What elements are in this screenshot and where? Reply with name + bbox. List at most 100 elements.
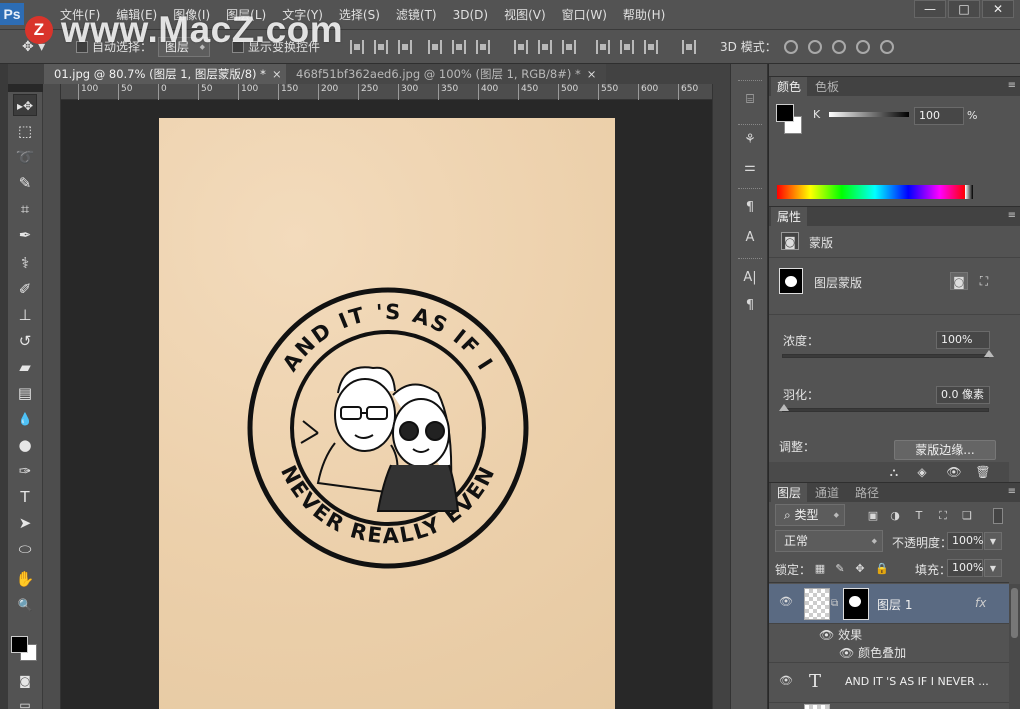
tab-swatches[interactable]: 色板 (809, 77, 845, 97)
zoom-tool-icon[interactable]: 🔍 (13, 594, 37, 616)
crop-tool-icon[interactable]: ⌗ (13, 198, 37, 220)
tab-layers[interactable]: 图层 (771, 483, 808, 503)
tab-document-1[interactable]: 01.jpg @ 80.7% (图层 1, 图层蒙版/8) * × (44, 64, 292, 84)
feather-slider[interactable] (779, 404, 989, 412)
panel-menu-icon[interactable]: ≡ (1008, 80, 1016, 91)
fill-input[interactable]: 100% (947, 559, 983, 577)
3d-slide-icon[interactable] (856, 40, 870, 54)
adjustment-panel-icon[interactable]: ⚌ (740, 158, 760, 178)
paragraph-styles-icon[interactable]: ¶ (740, 198, 760, 218)
shape-filter-icon[interactable]: ⛶ (935, 508, 951, 524)
foreground-color-swatch[interactable] (11, 636, 28, 653)
menu-file[interactable]: 文件(F) (52, 0, 108, 30)
type-filter-icon[interactable]: T (911, 508, 927, 524)
gradient-tool-icon[interactable]: ▤ (13, 382, 37, 404)
lock-position-icon[interactable]: ✥ (851, 560, 869, 578)
k-channel-input[interactable]: 100 (914, 107, 964, 125)
align-bottom-icon[interactable] (398, 40, 412, 54)
hand-tool-icon[interactable]: ✋ (13, 568, 37, 590)
move-tool-preset-icon[interactable]: ✥ ▾ (22, 37, 45, 57)
tab-color[interactable]: 颜色 (771, 77, 808, 97)
align-top-icon[interactable] (350, 40, 364, 54)
3d-roll-icon[interactable] (808, 40, 822, 54)
3d-scale-icon[interactable] (880, 40, 894, 54)
distribute-vcenter-icon[interactable] (538, 40, 552, 54)
color-foreground-swatch[interactable] (776, 104, 794, 122)
tab-properties[interactable]: 属性 (771, 207, 808, 227)
character-panel-icon[interactable]: A| (740, 268, 760, 288)
menu-3d[interactable]: 3D(D) (445, 0, 496, 30)
panel-menu-icon[interactable]: ≡ (1008, 486, 1016, 497)
eye-icon[interactable]: 👁 (779, 675, 793, 687)
eye-icon[interactable]: 👁 (819, 628, 834, 642)
panel-grip[interactable] (738, 258, 762, 261)
path-select-tool-icon[interactable]: ➤ (13, 512, 37, 534)
minimize-button[interactable]: — (914, 0, 946, 18)
history-brush-tool-icon[interactable]: ↺ (13, 330, 37, 352)
distribute-left-icon[interactable] (596, 40, 610, 54)
distribute-top-icon[interactable] (514, 40, 528, 54)
layer-filter-dropdown[interactable]: ⌕ 类型 (775, 504, 845, 526)
lasso-tool-icon[interactable]: ➰ (13, 146, 37, 168)
menu-edit[interactable]: 编辑(E) (108, 0, 165, 30)
paragraph-panel-icon[interactable]: ¶ (740, 296, 760, 316)
auto-select-checkbox[interactable]: 自动选择： (76, 37, 152, 57)
slider-thumb[interactable] (984, 350, 994, 357)
fx-icon[interactable]: fx (975, 596, 986, 610)
maximize-button[interactable]: □ (948, 0, 980, 18)
layer-thumbnail[interactable] (804, 588, 830, 620)
pen-tool-icon[interactable]: ✑ (13, 460, 37, 482)
distribute-right-icon[interactable] (644, 40, 658, 54)
brush-tool-icon[interactable]: ✐ (13, 278, 37, 300)
character-styles-icon[interactable]: A (740, 228, 760, 248)
density-slider[interactable] (782, 350, 994, 358)
refine-mask-edge-button[interactable]: 蒙版边缘... (894, 440, 996, 460)
menu-help[interactable]: 帮助(H) (615, 0, 673, 30)
lock-transparent-icon[interactable]: ▦ (811, 560, 829, 578)
layers-scrollbar[interactable] (1009, 584, 1020, 709)
layer-mask-thumbnail[interactable] (779, 268, 803, 294)
density-input[interactable]: 100% (936, 331, 990, 349)
menu-view[interactable]: 视图(V) (496, 0, 554, 30)
color-spectrum[interactable] (777, 185, 973, 199)
document-canvas[interactable]: AND IT 'S AS IF I NEVER REALLY EVEN (159, 118, 615, 709)
layer-mask-thumbnail[interactable] (843, 588, 869, 620)
layer-name[interactable]: 图层 1 (877, 596, 912, 613)
menu-select[interactable]: 选择(S) (331, 0, 388, 30)
shape-tool-icon[interactable]: ⬭ (13, 538, 37, 560)
panel-grip[interactable] (738, 124, 762, 127)
brush-panel-icon[interactable]: ⚘ (740, 130, 760, 150)
effects-row[interactable]: 👁 效果 (819, 626, 862, 643)
blend-mode-dropdown[interactable]: 正常 (775, 530, 883, 552)
panel-grip[interactable] (738, 188, 762, 191)
apply-mask-icon[interactable]: ◈ (913, 463, 931, 481)
layer-row[interactable]: 👁 ⧉ 图层 1 fx (769, 584, 1009, 624)
marquee-tool-icon[interactable]: ⬚ (13, 120, 37, 142)
slider-thumb[interactable] (779, 404, 789, 411)
tab-document-2[interactable]: 468f51bf362aed6.jpg @ 100% (图层 1, RGB/8#… (286, 64, 607, 84)
quick-mask-icon[interactable]: ◙ (13, 670, 37, 692)
opacity-input[interactable]: 100% (947, 532, 983, 550)
eye-icon[interactable]: 👁 (779, 596, 793, 608)
move-tool-icon[interactable]: ▸✥ (13, 94, 37, 116)
panel-grip[interactable] (738, 80, 762, 83)
eraser-tool-icon[interactable]: ▰ (13, 356, 37, 378)
select-mask-icon[interactable]: ◙ (950, 272, 968, 290)
panel-menu-icon[interactable]: ≡ (1008, 210, 1016, 221)
show-transform-checkbox[interactable]: 显示变换控件 (232, 37, 320, 57)
lock-paint-icon[interactable]: ✎ (831, 560, 849, 578)
distribute-bottom-icon[interactable] (562, 40, 576, 54)
visibility-icon[interactable]: 👁 (945, 463, 963, 481)
feather-input[interactable]: 0.0 像素 (936, 386, 990, 404)
pixel-filter-icon[interactable]: ▣ (865, 508, 881, 524)
filter-toggle-icon[interactable] (993, 508, 1003, 524)
tab-channels[interactable]: 通道 (809, 483, 845, 503)
link-icon[interactable]: ⧉ (831, 598, 838, 609)
close-icon[interactable]: × (272, 67, 282, 81)
healing-tool-icon[interactable]: ⚕ (13, 252, 37, 274)
align-vcenter-icon[interactable] (374, 40, 388, 54)
eyedropper-tool-icon[interactable]: ✒ (13, 224, 37, 246)
trash-icon[interactable]: 🗑 (974, 463, 992, 481)
dodge-tool-icon[interactable]: ● (13, 434, 37, 456)
align-hcenter-icon[interactable] (452, 40, 466, 54)
